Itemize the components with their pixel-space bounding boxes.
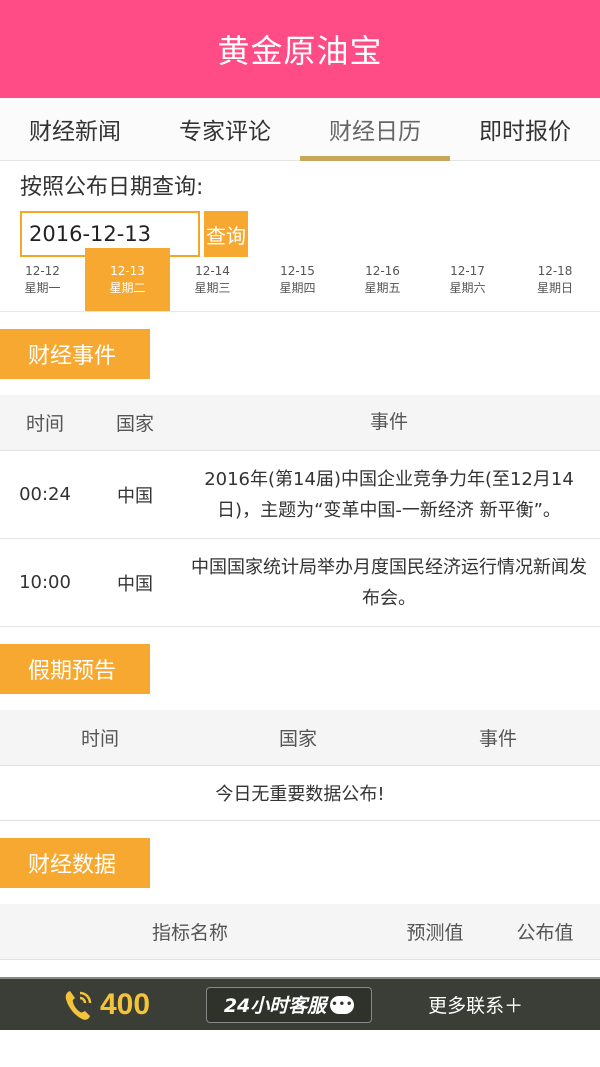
day-weekday: 星期日 [536, 280, 573, 295]
tab-financial-news[interactable]: 财经新闻 [0, 98, 150, 160]
tab-live-quotes[interactable]: 即时报价 [450, 98, 600, 160]
day-item[interactable]: 12-14 星期三 [170, 248, 255, 311]
tab-bar: 财经新闻 专家评论 财经日历 即时报价 [0, 98, 600, 161]
events-section-title: 财经事件 [0, 329, 150, 379]
day-date: 12-16 [365, 263, 400, 278]
day-weekday: 星期六 [449, 280, 486, 295]
header-country: 国家 [278, 728, 317, 750]
header-event: 事件 [478, 728, 517, 750]
day-item[interactable]: 12-12 星期一 [0, 248, 85, 311]
day-item[interactable]: 12-15 星期四 [255, 248, 340, 311]
event-country: 中国 [117, 485, 153, 507]
table-row[interactable]: 00:24 中国 2016年(第14届)中国企业竞争力年(至12月14日)，主题… [0, 451, 600, 539]
day-weekday: 星期五 [364, 280, 401, 295]
day-item[interactable]: 12-16 星期五 [340, 248, 425, 311]
day-weekday: 星期四 [279, 280, 316, 295]
tab-expert-comments[interactable]: 专家评论 [150, 98, 300, 160]
app-header: 黄金原油宝 [0, 0, 600, 98]
holidays-section-title: 假期预告 [0, 644, 150, 694]
day-weekday: 星期二 [109, 280, 146, 295]
day-date: 12-17 [450, 263, 485, 278]
customer-service-label: 24小时客服 [223, 995, 327, 1017]
day-weekday: 星期三 [194, 280, 231, 295]
event-time: 10:00 [19, 572, 71, 593]
event-text: 中国国家统计局举办月度国民经济运行情况新闻发布会。 [191, 556, 587, 609]
holidays-table-header: 时间 国家 事件 [0, 710, 600, 766]
header-time: 时间 [80, 728, 119, 750]
events-table-header: 时间 国家 事件 [0, 395, 600, 451]
day-date: 12-13 [110, 263, 145, 278]
query-label: 按照公布日期查询: [20, 175, 204, 200]
customer-service-button[interactable]: 24小时客服 ••• [206, 986, 373, 1023]
app-title: 黄金原油宝 [217, 32, 383, 70]
chat-bubble-icon: ••• [330, 995, 355, 1014]
contact-bar: 400 24小时客服 ••• 更多联系＋ [0, 977, 600, 1030]
header-time: 时间 [25, 413, 64, 435]
day-date: 12-18 [537, 263, 573, 278]
header-published: 公布值 [516, 922, 574, 944]
day-date: 12-14 [195, 263, 230, 278]
more-contact-button[interactable]: 更多联系＋ [428, 991, 523, 1018]
empty-row: 今日无重要数据公布! [0, 766, 600, 821]
week-day-selector: 12-12 星期一 12-13 星期二 12-14 星期三 12-15 星期四 12-1… [0, 248, 600, 312]
header-country: 国家 [115, 413, 154, 435]
event-country: 中国 [117, 573, 153, 595]
header-forecast: 预测值 [406, 922, 464, 944]
day-item-selected[interactable]: 12-13 星期二 [85, 248, 170, 311]
data-table-header: 指标名称 预测值 公布值 [0, 904, 600, 960]
table-row[interactable]: 10:00 中国 中国国家统计局举办月度国民经济运行情况新闻发布会。 [0, 539, 600, 627]
data-section-title: 财经数据 [0, 838, 150, 888]
phone-link[interactable]: 400 [62, 987, 150, 1023]
event-time: 00:24 [19, 484, 71, 505]
day-date: 12-12 [25, 263, 60, 278]
header-indicator-name: 指标名称 [151, 922, 228, 944]
tab-financial-calendar[interactable]: 财经日历 [300, 98, 450, 161]
empty-message: 今日无重要数据公布! [215, 784, 385, 805]
header-event: 事件 [369, 411, 408, 433]
day-item[interactable]: 12-17 星期六 [425, 248, 510, 311]
event-text: 2016年(第14届)中国企业竞争力年(至12月14日)，主题为“变革中国-一新… [204, 468, 574, 521]
day-item[interactable]: 12-18 星期日 [510, 248, 600, 311]
day-weekday: 星期一 [24, 280, 61, 295]
phone-number: 400 [100, 987, 151, 1021]
phone-icon [65, 990, 92, 1020]
day-date: 12-15 [280, 263, 315, 278]
